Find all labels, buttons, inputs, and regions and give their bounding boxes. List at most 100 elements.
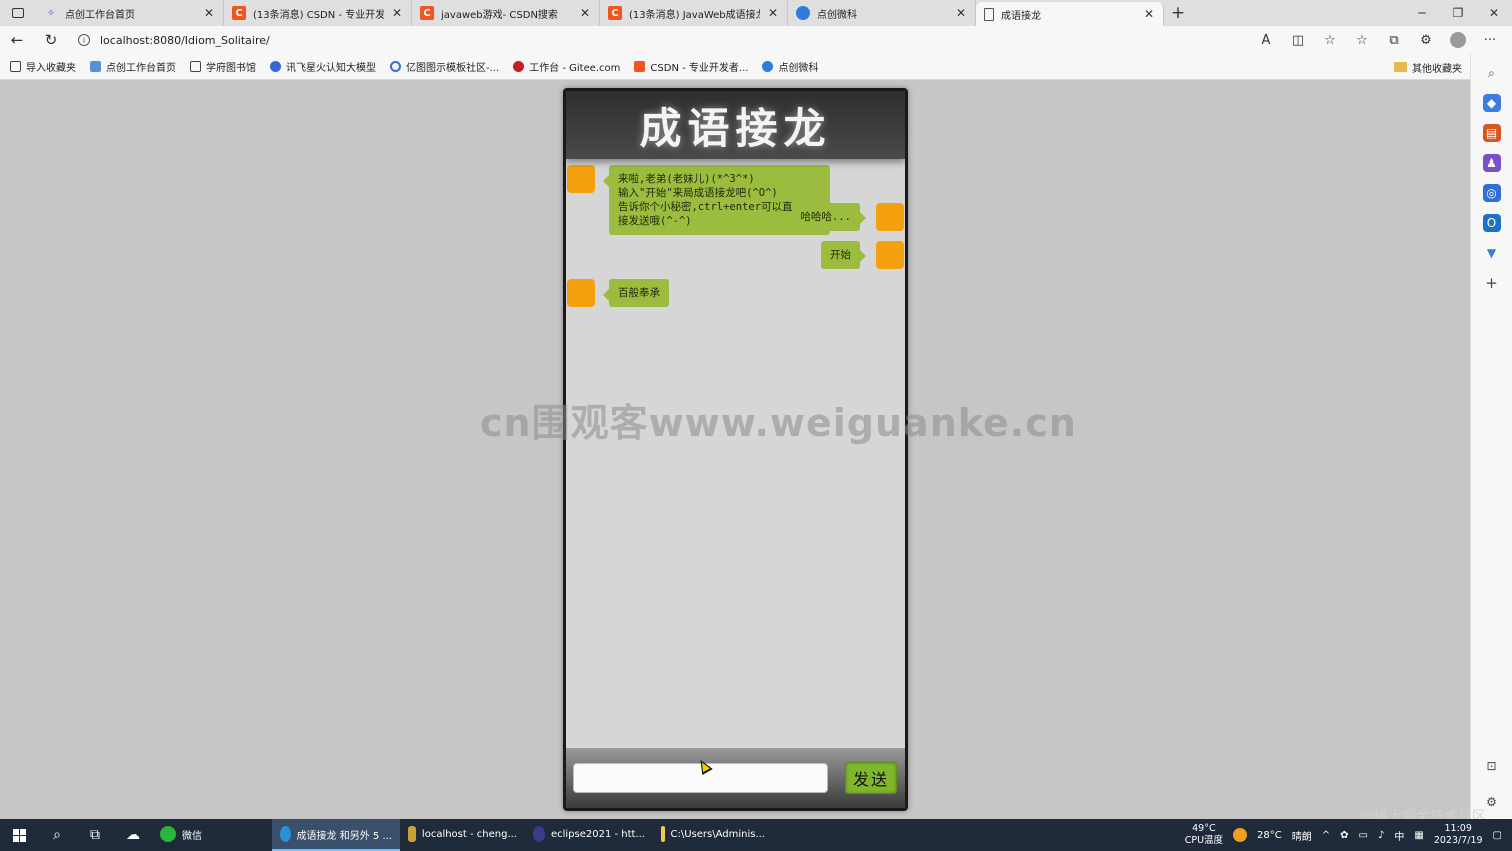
taskbar-app-localhost[interactable]: localhost - cheng... — [400, 819, 525, 851]
bookmark-other-folder[interactable]: 其他收藏夹 — [1394, 54, 1462, 80]
weather-widget-icon[interactable]: ☁ — [114, 819, 152, 851]
taskbar-app-label: 微信 — [182, 830, 202, 842]
taskbar-app-explorer[interactable]: C:\Users\Adminis... — [653, 819, 773, 851]
restore-icon[interactable]: ❐ — [1440, 0, 1476, 26]
office-icon[interactable]: ◎ — [1482, 184, 1501, 202]
collections-icon[interactable]: ⧉ — [1380, 26, 1408, 54]
favorites-icon[interactable]: ☆ — [1348, 26, 1376, 54]
bookmark-label: 导入收藏夹 — [26, 63, 76, 74]
shopping-tag-icon[interactable]: ◆ — [1482, 94, 1501, 112]
taskbar-app-wechat[interactable]: 微信 — [152, 819, 272, 851]
close-window-icon[interactable]: ✕ — [1476, 0, 1512, 26]
new-tab-button[interactable]: + — [1164, 3, 1192, 23]
tab-dianchuang-workbench[interactable]: ✧ 点创工作台首页 ✕ — [36, 0, 224, 26]
task-view-icon[interactable]: ⧉ — [76, 819, 114, 851]
volume-icon[interactable]: ♪ — [1378, 830, 1384, 841]
tab-actions-menu-icon[interactable] — [0, 0, 36, 26]
back-icon[interactable]: ← — [0, 26, 34, 54]
read-aloud-icon[interactable]: A — [1252, 26, 1280, 54]
split-screen-icon[interactable]: ◫ — [1284, 26, 1312, 54]
drop-icon[interactable]: ▼ — [1483, 244, 1501, 262]
tab-title: (13条消息) CSDN - 专业开发者社 — [253, 9, 384, 21]
tab-csdn-home[interactable]: C (13条消息) CSDN - 专业开发者社 ✕ — [224, 0, 412, 26]
bookmark-edraw[interactable]: 亿图图示模板社区-... — [390, 59, 499, 74]
close-icon[interactable]: ✕ — [203, 6, 215, 20]
bookmark-label: 工作台 - Gitee.com — [529, 63, 621, 74]
csdn-icon: C — [608, 6, 622, 20]
taskbar-app-label: localhost - cheng... — [421, 828, 517, 840]
close-icon[interactable]: ✕ — [767, 6, 779, 20]
add-icon[interactable]: + — [1483, 274, 1501, 292]
tools-icon[interactable]: ▤ — [1482, 124, 1501, 142]
tray-app-icon[interactable]: ✿ — [1340, 830, 1348, 841]
bookmark-label: 点创工作台首页 — [106, 63, 176, 74]
tab-csdn-article[interactable]: C (13条消息) JavaWeb成语接龙小 ✕ — [600, 0, 788, 26]
cpu-temp-label: CPU温度 — [1184, 835, 1224, 846]
notification-icon[interactable]: ▢ — [1493, 830, 1502, 841]
message-row-bot: 百般奉承 — [567, 279, 669, 307]
favorite-star-icon[interactable]: ☆ — [1316, 26, 1344, 54]
xunfei-icon — [270, 61, 281, 72]
message-bubble: 哈哈哈... — [791, 203, 867, 231]
csdn-icon: C — [232, 6, 246, 20]
tab-bar: ✧ 点创工作台首页 ✕ C (13条消息) CSDN - 专业开发者社 ✕ C … — [0, 0, 1512, 26]
close-icon[interactable]: ✕ — [1143, 7, 1155, 21]
tab-title: (13条消息) JavaWeb成语接龙小 — [629, 9, 760, 21]
tab-csdn-search[interactable]: C javaweb游戏- CSDN搜索 ✕ — [412, 0, 600, 26]
close-icon[interactable]: ✕ — [391, 6, 403, 20]
ime-indicator[interactable]: 中 — [1394, 828, 1404, 843]
bookmark-library[interactable]: 学府图书馆 — [190, 59, 256, 74]
close-icon[interactable]: ✕ — [579, 6, 591, 20]
bookmark-csdn[interactable]: CSDN - 专业开发者... — [634, 59, 748, 74]
search-icon[interactable]: ⌕ — [1483, 64, 1501, 82]
tab-title: javaweb游戏- CSDN搜索 — [441, 9, 558, 21]
tab-title: 点创工作台首页 — [65, 9, 135, 21]
taskbar-app-eclipse[interactable]: eclipse2021 - htt... — [525, 819, 653, 851]
url-field[interactable]: i localhost:8080/Idiom_Solitaire/ — [78, 34, 270, 47]
watermark-text: cn围观客www.weiguanke.cn — [480, 401, 1077, 445]
clock[interactable]: 11:09 2023/7/19 — [1434, 823, 1483, 847]
bookmark-dianchuang[interactable]: 点创工作台首页 — [90, 59, 176, 74]
profile-avatar-icon[interactable] — [1444, 26, 1472, 54]
edraw-icon — [390, 61, 401, 72]
network-icon[interactable]: ▭ — [1359, 830, 1368, 841]
bookmark-import[interactable]: 导入收藏夹 — [10, 59, 76, 74]
app-title: 成语接龙 — [639, 103, 832, 153]
site-info-icon[interactable]: i — [78, 34, 90, 46]
window-controls: ─ ❐ ✕ — [1404, 0, 1512, 26]
close-icon[interactable]: ✕ — [955, 6, 967, 20]
weather-desc[interactable]: 晴朗 — [1292, 828, 1312, 843]
cpu-temp-widget[interactable]: 49°C CPU温度 — [1185, 823, 1223, 847]
dianchuang-icon — [90, 61, 101, 72]
eclipse-icon — [533, 826, 545, 842]
system-tray: 49°C CPU温度 28°C 晴朗 ^ ✿ ▭ ♪ 中 ▦ 11:09 202… — [1185, 819, 1512, 851]
toolbar-actions: A ◫ ☆ ☆ ⧉ ⚙ ··· — [1252, 26, 1504, 54]
tab-idiom-solitaire[interactable]: 成语接龙 ✕ — [976, 2, 1164, 26]
extensions-icon[interactable]: ⚙ — [1412, 26, 1440, 54]
chevron-up-icon[interactable]: ^ — [1322, 830, 1330, 841]
bookmark-label: 其他收藏夹 — [1412, 63, 1462, 75]
games-icon[interactable]: ♟ — [1482, 154, 1501, 172]
send-button[interactable]: 发送 — [845, 762, 897, 794]
start-icon[interactable] — [0, 819, 38, 851]
search-icon[interactable]: ⌕ — [38, 819, 76, 851]
keyboard-icon[interactable]: ▦ — [1414, 830, 1423, 841]
edge-sidebar: ⌕ ◆ ▤ ♟ ◎ O ▼ + ⊡ ⚙ — [1470, 54, 1512, 819]
bookmark-dianchuang-weike[interactable]: 点创微科 — [762, 59, 818, 74]
weather-temp[interactable]: 28°C — [1257, 830, 1282, 841]
refresh-icon[interactable]: ↻ — [34, 26, 68, 54]
clock-date: 2023/7/19 — [1433, 835, 1483, 846]
chat-area[interactable]: 来啦,老弟(老妹儿)(*^3^*) 输入"开始"来局成语接龙吧(^O^) 告诉你… — [566, 159, 905, 749]
more-menu-icon[interactable]: ··· — [1476, 26, 1504, 54]
minimize-icon[interactable]: ─ — [1404, 0, 1440, 26]
tab-dianchuang-weike[interactable]: 点创微科 ✕ — [788, 0, 976, 26]
taskbar-app-edge[interactable]: 成语接龙 和另外 5 ... — [272, 819, 400, 851]
outlook-icon[interactable]: O — [1482, 214, 1501, 232]
csdn-icon — [634, 61, 646, 72]
bot-avatar — [567, 279, 595, 307]
screenshot-icon[interactable]: ⊡ — [1483, 757, 1501, 775]
bookmark-gitee[interactable]: 工作台 - Gitee.com — [513, 59, 620, 74]
bookmark-xunfei[interactable]: 讯飞星火认知大模型 — [270, 59, 376, 74]
weather-icon[interactable] — [1233, 828, 1248, 842]
cpu-temp-value: 49°C — [1192, 823, 1216, 834]
